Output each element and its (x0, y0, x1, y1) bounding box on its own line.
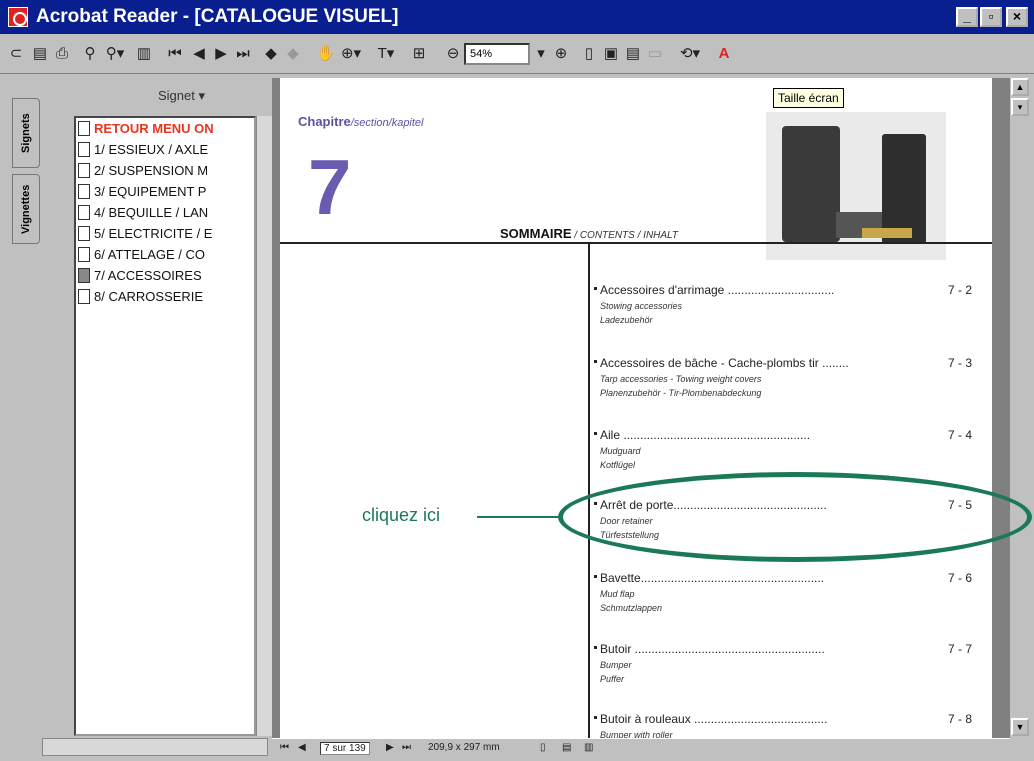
title-bar: Acrobat Reader - [CATALOGUE VISUEL] _ ▫ … (0, 0, 1034, 34)
document-icon (78, 163, 90, 178)
document-icon (78, 121, 90, 136)
find-icon[interactable]: ⚲ (80, 43, 100, 65)
minimize-button[interactable]: _ (956, 7, 978, 27)
document-icon (78, 247, 90, 262)
scroll-page-icon[interactable]: ▾ (1011, 98, 1029, 116)
fit-page-icon[interactable]: ▣ (602, 43, 620, 65)
open-icon[interactable]: ⊂ (6, 43, 26, 65)
single-page-icon[interactable]: ▯ (540, 742, 546, 753)
toc-entry[interactable]: Butoir à rouleaux ......................… (594, 712, 972, 738)
toolbar: ⊂ ▤ ⎙ ⚲ ⚲▾ ▥ ⏮ ◀ ▶ ⏭ ◆ ◆ ✋ ⊕▾ T▾ ⊞ ⊖ 54%… (0, 34, 1034, 74)
divider-vertical (588, 244, 590, 738)
facing-icon[interactable]: ▥ (584, 742, 593, 753)
first-page-icon[interactable]: ⏮ (166, 43, 184, 65)
annotation-highlight-ellipse (558, 472, 1032, 562)
page-size: 209,9 x 297 mm (428, 742, 500, 753)
acrobat-app-icon (8, 7, 28, 27)
toc-entry[interactable]: Butoir .................................… (594, 642, 972, 684)
toc-entry[interactable]: Bavette.................................… (594, 571, 972, 613)
nav-horizontal-scrollbar[interactable] (42, 738, 268, 756)
toc-entry[interactable]: Accessoires d'arrimage .................… (594, 283, 972, 325)
product-photo (766, 112, 946, 260)
annotation-pointer-line (477, 516, 563, 518)
pdf-page: Chapitre/section/kapitel 7 SOMMAIRE / CO… (280, 78, 992, 738)
zoom-out-icon[interactable]: ⊖ (444, 43, 462, 65)
graphics-select-icon[interactable]: ⊞ (406, 43, 432, 65)
window-title: Acrobat Reader - [CATALOGUE VISUEL] (36, 6, 399, 27)
actual-size-icon[interactable]: ▯ (580, 43, 598, 65)
chapter-number: 7 (308, 143, 352, 231)
zoom-icon[interactable]: ⊕▾ (338, 43, 364, 65)
sommaire-heading: SOMMAIRE / CONTENTS / INHALT (500, 226, 678, 241)
bookmark-item[interactable]: 1/ ESSIEUX / AXLE (76, 139, 254, 160)
tab-vignettes[interactable]: Vignettes (12, 174, 40, 244)
scroll-up-icon[interactable]: ▲ (1011, 78, 1029, 96)
chapter-heading: Chapitre/section/kapitel (298, 114, 424, 129)
toc-entry[interactable]: Aile ...................................… (594, 428, 972, 470)
text-select-icon[interactable]: T▾ (372, 43, 400, 65)
prev-page-icon[interactable]: ◀ (190, 43, 208, 65)
rotate-icon[interactable]: ⟲▾ (676, 43, 704, 65)
bookmark-item[interactable]: 2/ SUSPENSION M (76, 160, 254, 181)
hand-icon[interactable]: ✋ (316, 43, 336, 65)
acrobat-icon[interactable]: A (714, 43, 734, 65)
document-icon (78, 226, 90, 241)
next-page-icon[interactable]: ▶ (212, 43, 230, 65)
zoom-in-icon[interactable]: ⊕ (552, 43, 570, 65)
bookmark-item[interactable]: 3/ EQUIPEMENT P (76, 181, 254, 202)
first-page-icon[interactable]: ⏮ (280, 742, 289, 753)
divider-horizontal (280, 242, 992, 244)
reflow-icon[interactable]: ▭ (646, 43, 664, 65)
document-icon (78, 184, 90, 199)
document-icon (78, 142, 90, 157)
back-icon[interactable]: ◆ (262, 43, 280, 65)
signet-menu[interactable]: Signet ▾ (158, 88, 205, 104)
document-scrollbar[interactable]: ▲ ▾ ▼ (1010, 78, 1030, 738)
page-indicator[interactable]: 7 sur 139 (320, 742, 370, 755)
document-area: Chapitre/section/kapitel 7 SOMMAIRE / CO… (272, 78, 1010, 738)
next-page-icon[interactable]: ▶ (386, 742, 394, 753)
maximize-button[interactable]: ▫ (980, 7, 1002, 27)
scroll-down-icon[interactable]: ▼ (1011, 718, 1029, 736)
bookmark-item[interactable]: 5/ ELECTRICITE / E (76, 223, 254, 244)
zoom-input[interactable]: 54% (464, 43, 530, 65)
save-icon[interactable]: ▤ (30, 43, 50, 65)
print-icon[interactable]: ⎙ (52, 43, 72, 65)
zoom-dropdown-icon[interactable]: ▾ (534, 43, 548, 65)
document-icon (78, 205, 90, 220)
acrobat-window: Acrobat Reader - [CATALOGUE VISUEL] _ ▫ … (0, 0, 1034, 761)
tab-signets[interactable]: Signets (12, 98, 40, 168)
bookmark-list: RETOUR MENU ON 1/ ESSIEUX / AXLE 2/ SUSP… (74, 116, 256, 736)
status-bar: ⏮ ◀ 7 sur 139 ▶ ⏭ 209,9 x 297 mm ▯ ▤ ▥ (272, 738, 1010, 758)
forward-icon[interactable]: ◆ (284, 43, 302, 65)
document-icon (78, 268, 90, 283)
close-button[interactable]: × (1006, 7, 1028, 27)
nav-tabs: Signets Vignettes (8, 78, 42, 718)
bookmark-item[interactable]: 6/ ATTELAGE / CO (76, 244, 254, 265)
bookmark-item[interactable]: 4/ BEQUILLE / LAN (76, 202, 254, 223)
last-page-icon[interactable]: ⏭ (234, 43, 252, 65)
toc-entry[interactable]: Accessoires de bâche - Cache-plombs tir … (594, 356, 972, 398)
bookmark-item[interactable]: RETOUR MENU ON (76, 118, 254, 139)
navigation-panel: Signets Vignettes Signet ▾ RETOUR MENU O… (8, 78, 272, 757)
bookmark-item[interactable]: 8/ CARROSSERIE (76, 286, 254, 307)
continuous-icon[interactable]: ▤ (562, 742, 571, 753)
bookmark-scrollbar[interactable] (256, 116, 272, 736)
tooltip: Taille écran (773, 88, 844, 108)
last-page-icon[interactable]: ⏭ (402, 742, 411, 753)
prev-page-icon[interactable]: ◀ (298, 742, 306, 753)
thumbnails-icon[interactable]: ▥ (134, 43, 154, 65)
document-icon (78, 289, 90, 304)
search-icon[interactable]: ⚲▾ (102, 43, 128, 65)
bookmark-item-active[interactable]: 7/ ACCESSOIRES (76, 265, 254, 286)
fit-width-icon[interactable]: ▤ (624, 43, 642, 65)
annotation-label: cliquez ici (362, 505, 441, 525)
